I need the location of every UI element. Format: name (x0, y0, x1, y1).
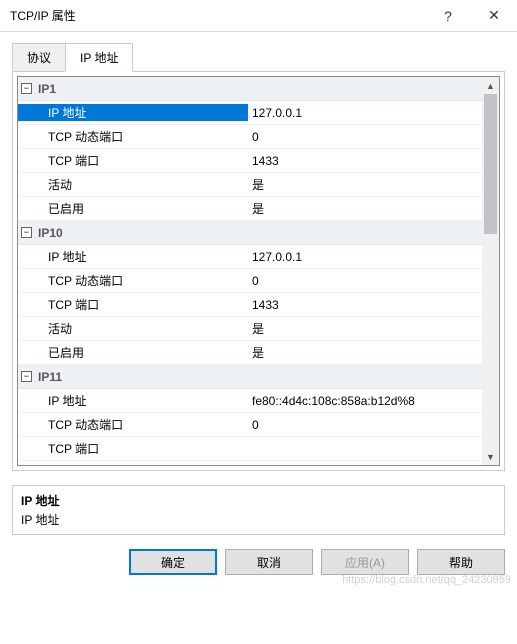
property-row[interactable]: 活动是 (18, 317, 482, 341)
property-label: 已启用 (18, 344, 248, 361)
titlebar: TCP/IP 属性 ? ✕ (0, 0, 517, 32)
property-label: TCP 端口 (18, 296, 248, 313)
property-label: 已启用 (18, 200, 248, 217)
property-value[interactable]: 是 (248, 176, 482, 193)
group-title: IP1 (38, 82, 56, 96)
property-label: IP 地址 (18, 104, 248, 121)
help-button-bottom[interactable]: 帮助 (417, 549, 505, 575)
tab-protocol[interactable]: 协议 (12, 43, 66, 72)
property-row[interactable]: TCP 动态端口0 (18, 413, 482, 437)
property-row[interactable]: 活动是 (18, 173, 482, 197)
property-value[interactable]: 是 (248, 200, 482, 217)
dialog-content: 协议 IP 地址 −IP1IP 地址127.0.0.1TCP 动态端口0TCP … (0, 32, 517, 479)
property-row[interactable]: TCP 动态端口0 (18, 269, 482, 293)
scroll-thumb[interactable] (484, 94, 497, 234)
close-button[interactable]: ✕ (471, 0, 517, 32)
help-button[interactable]: ? (425, 0, 471, 32)
property-label: IP 地址 (18, 392, 248, 409)
description-title: IP 地址 (21, 492, 496, 509)
property-label: IP 地址 (18, 248, 248, 265)
property-row[interactable]: IP 地址127.0.0.1 (18, 101, 482, 125)
grid-body: −IP1IP 地址127.0.0.1TCP 动态端口0TCP 端口1433活动是… (18, 77, 482, 465)
property-row[interactable]: 已启用是 (18, 341, 482, 365)
group-header[interactable]: −IP10 (18, 221, 482, 245)
property-label: 活动 (18, 320, 248, 337)
property-value[interactable]: 1433 (248, 298, 482, 312)
property-label: 活动 (18, 176, 248, 193)
property-label: TCP 动态端口 (18, 128, 248, 145)
property-label: TCP 动态端口 (18, 416, 248, 433)
property-value[interactable]: fe80::4d4c:108c:858a:b12d%8 (248, 394, 482, 408)
property-row[interactable]: IP 地址fe80::4d4c:108c:858a:b12d%8 (18, 389, 482, 413)
group-title: IP10 (38, 226, 63, 240)
scroll-down-icon[interactable]: ▼ (482, 448, 499, 465)
tab-panel: −IP1IP 地址127.0.0.1TCP 动态端口0TCP 端口1433活动是… (12, 71, 505, 471)
property-value[interactable]: 127.0.0.1 (248, 106, 482, 120)
property-row[interactable]: TCP 端口 (18, 437, 482, 461)
property-label: TCP 端口 (18, 152, 248, 169)
property-row[interactable]: TCP 端口1433 (18, 293, 482, 317)
window-title: TCP/IP 属性 (10, 7, 425, 24)
property-value[interactable]: 1433 (248, 154, 482, 168)
property-label: TCP 动态端口 (18, 272, 248, 289)
tab-strip: 协议 IP 地址 (12, 43, 505, 72)
cancel-button[interactable]: 取消 (225, 549, 313, 575)
property-row[interactable]: TCP 动态端口0 (18, 125, 482, 149)
group-header[interactable]: −IP11 (18, 365, 482, 389)
group-title: IP11 (38, 370, 62, 384)
ok-button[interactable]: 确定 (129, 549, 217, 575)
property-label: TCP 端口 (18, 440, 248, 457)
apply-button: 应用(A) (321, 549, 409, 575)
vertical-scrollbar[interactable]: ▲ ▼ (482, 77, 499, 465)
property-row[interactable]: IP 地址127.0.0.1 (18, 245, 482, 269)
property-row[interactable]: 已启用是 (18, 197, 482, 221)
property-value[interactable]: 0 (248, 418, 482, 432)
description-text: IP 地址 (21, 511, 496, 528)
button-row: 确定 取消 应用(A) 帮助 (0, 535, 517, 589)
property-value[interactable]: 127.0.0.1 (248, 250, 482, 264)
property-row[interactable]: TCP 端口1433 (18, 149, 482, 173)
group-header[interactable]: −IP1 (18, 77, 482, 101)
property-value[interactable]: 0 (248, 274, 482, 288)
collapse-icon[interactable]: − (21, 371, 32, 382)
property-value[interactable]: 是 (248, 320, 482, 337)
property-value[interactable]: 是 (248, 344, 482, 361)
property-grid: −IP1IP 地址127.0.0.1TCP 动态端口0TCP 端口1433活动是… (17, 76, 500, 466)
description-box: IP 地址 IP 地址 (12, 485, 505, 535)
collapse-icon[interactable]: − (21, 227, 32, 238)
property-value[interactable]: 0 (248, 130, 482, 144)
scroll-up-icon[interactable]: ▲ (482, 77, 499, 94)
tab-ip-address[interactable]: IP 地址 (65, 43, 133, 72)
collapse-icon[interactable]: − (21, 83, 32, 94)
